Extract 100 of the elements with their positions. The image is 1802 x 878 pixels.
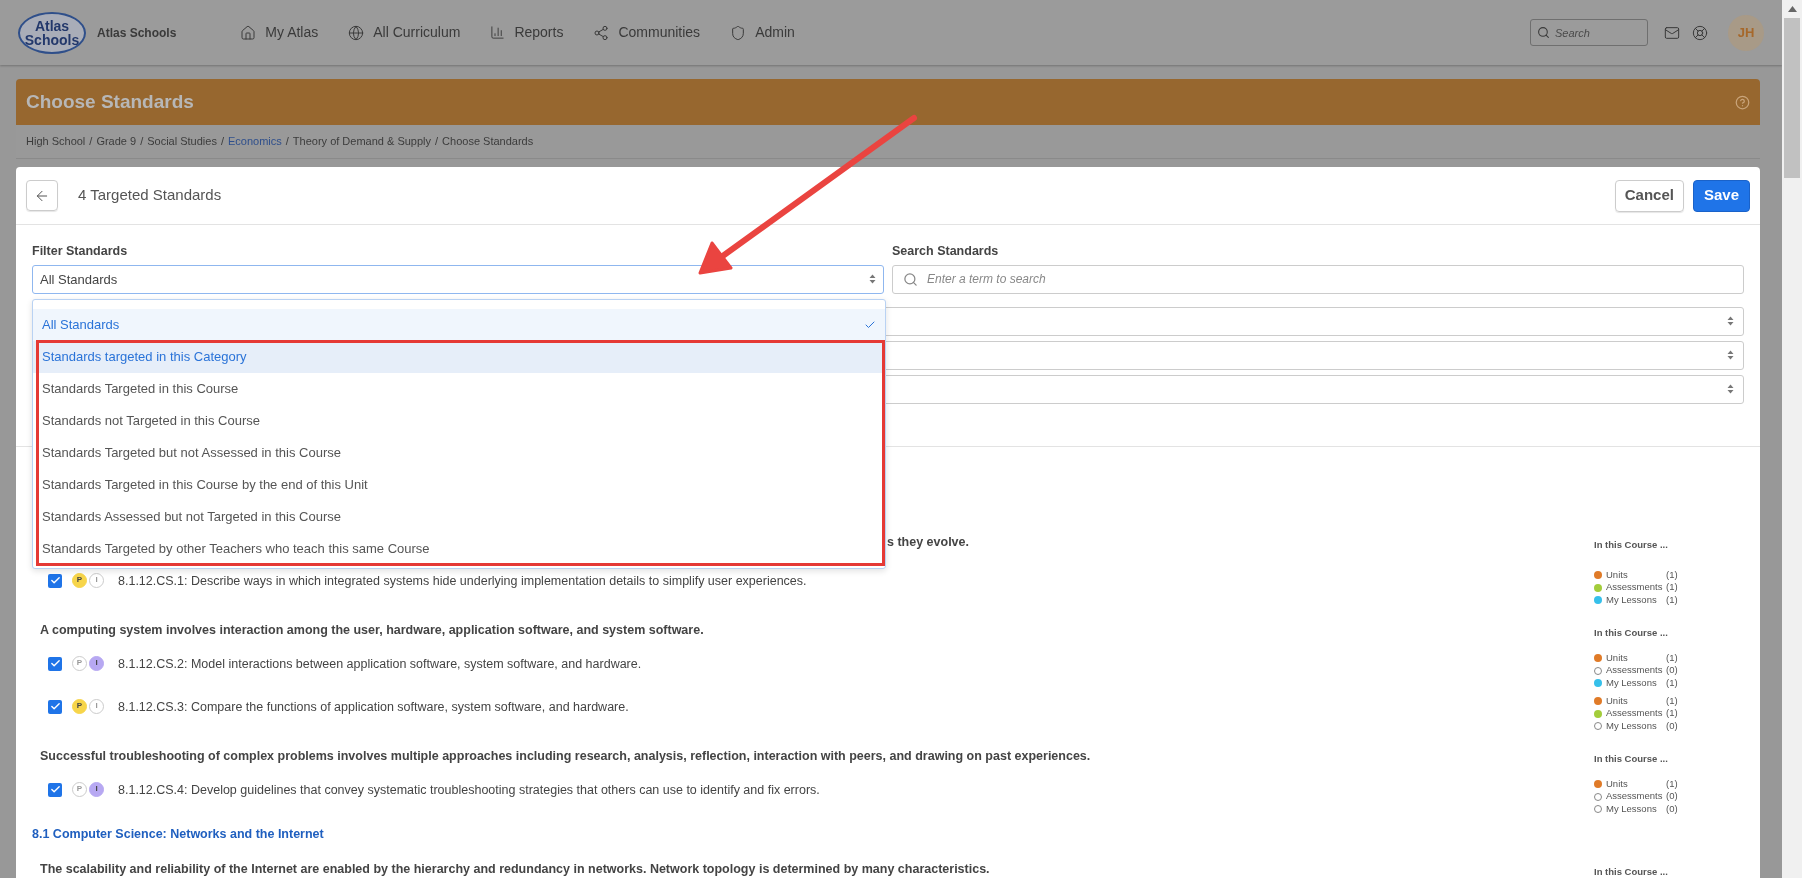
legend-count: (1) [1666,650,1678,665]
standard-text: 8.1.12.CS.3: Compare the functions of application software, system software, and hardware. [118,698,629,716]
legend-count: (1) [1666,706,1678,721]
legend-count: (1) [1666,693,1678,708]
legend-label: My Lessons [1606,718,1658,733]
back-button[interactable] [26,180,58,211]
breadcrumb-link[interactable]: Social Studies [147,133,217,150]
nav-link[interactable]: Admin [730,22,795,43]
legend-count: (0) [1666,801,1678,816]
legend-label: Units [1606,693,1629,708]
breadcrumb-separator: / [285,134,289,150]
nav-link[interactable]: My Atlas [240,22,319,43]
level-badge: I [89,781,104,797]
dropdown-option[interactable]: Standards Targeted but not Assessed in this Course [33,437,885,469]
cancel-button[interactable]: Cancel [1614,179,1684,212]
legend-count: (0) [1666,663,1678,678]
standard-group-heading: Successful troubleshooting of complex problems involves multiple approaches including research, analysis, reflection, interaction with peers, and drawing on past experiences. [40,748,1091,766]
logo[interactable]: Atlas Schools [18,11,86,54]
dropdown-option[interactable]: Standards Targeted in this Course [33,373,885,405]
scrollbar-thumb[interactable] [1784,18,1800,178]
checkbox[interactable] [48,573,62,588]
legend-count: (0) [1666,789,1678,804]
nav-link[interactable]: Reports [490,22,564,43]
breadcrumb-link[interactable]: Theory of Demand & Supply [292,133,432,150]
standard-group-heading: s they evolve. [887,534,969,552]
up-down-icon [1727,350,1734,361]
legend-title: In this Course ... [1594,625,1669,640]
legend-label: Assessments [1606,789,1664,804]
dropdown-option[interactable]: Standards targeted in this Category [33,341,885,373]
field-label: Search Standards [892,243,1000,260]
help-icon[interactable] [1692,24,1708,41]
standard-text: 8.1.12.CS.2: Model interactions between application software, system software, and hardware. [118,655,642,673]
scrollbar[interactable] [1782,0,1802,878]
search-icon [1537,26,1550,39]
breadcrumb-link[interactable]: High School [26,133,86,150]
scroll-up-icon [1787,6,1797,12]
bar-chart-icon [490,25,506,40]
modal-title: 4 Targeted Standards [78,185,222,206]
breadcrumb-link[interactable]: Grade 9 [96,133,137,150]
legend-label: My Lessons [1606,801,1658,816]
legend-count: (1) [1666,567,1678,582]
level-badge: P [72,781,87,797]
standard-group-heading: A computing system involves interaction among the user, hardware, application software, and system software. [40,622,704,640]
legend-title: In this Course ... [1594,537,1669,552]
dropdown-option[interactable]: All Standards [33,309,885,341]
field-label: Filter Standards [32,243,129,260]
dropdown-option[interactable]: Standards Targeted by other Teachers who teach this same Course [33,533,885,565]
dropdown-option[interactable]: Standards Assessed but not Targeted in this Course [33,501,885,533]
level-badge: P [72,655,87,671]
logo-text: Schools [24,32,80,47]
search-icon [903,271,918,287]
level-badge: I [89,698,104,714]
nav-link[interactable]: All Curriculum [348,22,461,43]
breadcrumb-link[interactable]: Economics [228,133,282,150]
filter-select[interactable]: All Standards [32,264,884,294]
legend-label: Units [1606,567,1629,582]
breadcrumb-separator: / [140,134,144,150]
level-badge: P [72,572,87,588]
nav-link[interactable]: Communities [593,22,701,43]
legend-title: In this Course ... [1594,751,1669,766]
level-badge: P [72,698,87,714]
logo-text: Atlas [34,18,70,33]
legend-label: Units [1606,776,1629,791]
standard-group-heading: The scalability and reliability of the Internet are enabled by the hierarchy and redundancy in networks. Network topology is determined by many characteristics. [40,861,990,878]
help-icon[interactable] [1735,94,1750,110]
standard-text: 8.1.12.CS.1: Describe ways in which integrated systems hide underlying implementation details to simplify user experiences. [118,572,807,590]
shield-icon [730,24,747,41]
breadcrumb-link[interactable]: Choose Standards [442,133,534,150]
legend-count: (1) [1666,675,1678,690]
legend-count: (0) [1666,718,1678,733]
legend-count: (1) [1666,580,1678,595]
legend-count: (1) [1666,776,1678,791]
up-down-icon [1727,384,1734,395]
checkbox[interactable] [48,656,62,671]
search-field[interactable]: Search [1530,19,1648,46]
legend-title: In this Course ... [1594,864,1669,878]
legend-label: Assessments [1606,706,1664,721]
page-title: Choose Standards [26,89,194,114]
dropdown-option[interactable]: Standards Targeted in this Course by the end of this Unit [33,469,885,501]
save-button[interactable]: Save [1692,179,1750,212]
up-down-icon [869,274,876,285]
checkbox[interactable] [48,699,62,714]
legend-count: (1) [1666,592,1678,607]
check-icon [864,319,876,331]
breadcrumb-separator: / [89,134,93,150]
breadcrumb-separator: / [220,134,224,150]
legend-label: Assessments [1606,663,1664,678]
legend-label: My Lessons [1606,675,1658,690]
dropdown-option[interactable]: Standards not Targeted in this Course [33,405,885,437]
legend-label: My Lessons [1606,592,1658,607]
checkbox[interactable] [48,782,62,797]
breadcrumb-separator: / [435,134,439,150]
mail-icon[interactable] [1664,24,1680,41]
legend-label: Assessments [1606,580,1664,595]
standard-text: 8.1.12.CS.4: Develop guidelines that convey systematic troubleshooting strategies that others can use to identify and fix errors. [118,781,820,799]
network-icon [593,24,610,41]
globe-icon [348,24,365,41]
level-badge: I [89,655,104,671]
category-link[interactable]: 8.1 Computer Science: Networks and the Internet [32,825,324,845]
level-badge: I [89,572,104,588]
